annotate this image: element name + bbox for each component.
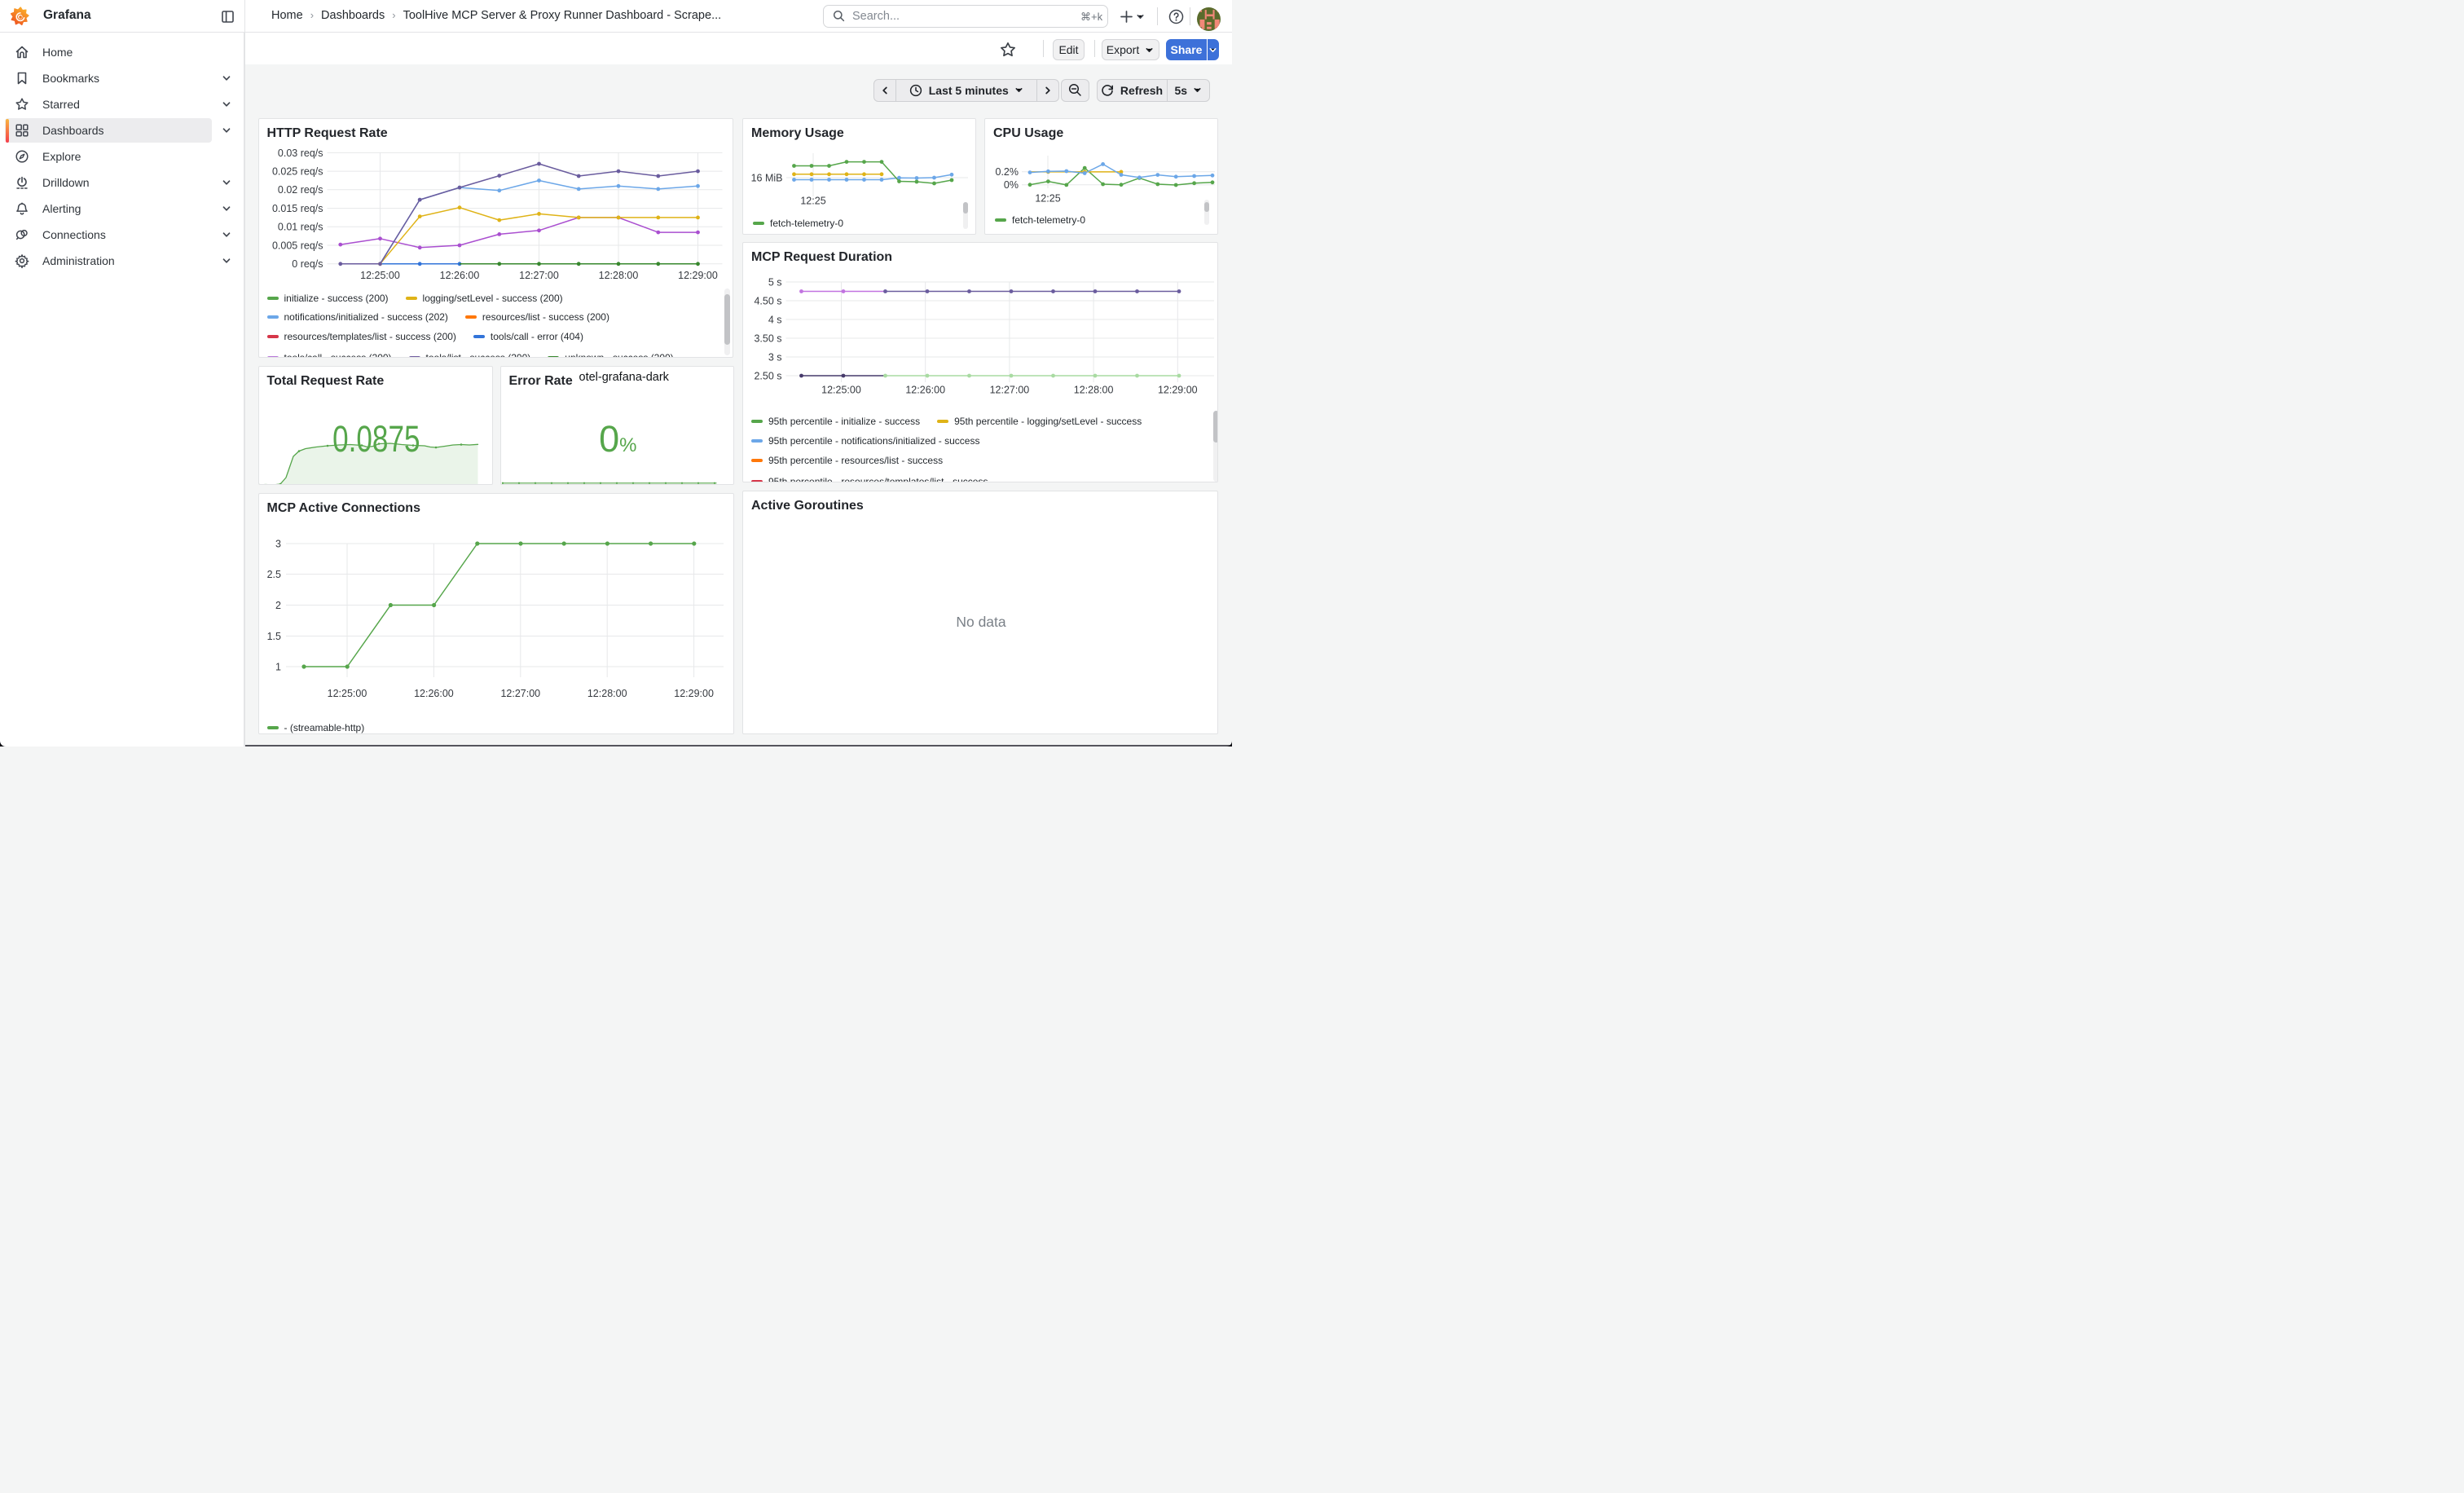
svg-text:12:25:00: 12:25:00 [821,385,861,396]
svg-text:0.01 req/s: 0.01 req/s [277,222,323,233]
svg-text:1: 1 [275,661,281,672]
svg-text:3.50 s: 3.50 s [754,333,781,344]
svg-text:0.005 req/s: 0.005 req/s [271,240,323,251]
svg-text:12:27:00: 12:27:00 [990,385,1030,396]
svg-text:0.03 req/s: 0.03 req/s [277,148,323,159]
svg-text:3: 3 [275,538,281,549]
svg-text:12:25: 12:25 [1035,193,1060,205]
svg-text:12:29:00: 12:29:00 [1158,385,1198,396]
svg-text:4 s: 4 s [768,314,782,325]
svg-text:2: 2 [275,599,281,610]
svg-text:12:28:00: 12:28:00 [598,270,638,281]
svg-text:12:29:00: 12:29:00 [674,688,714,699]
svg-text:12:25:00: 12:25:00 [327,688,367,699]
svg-text:12:25: 12:25 [800,196,825,207]
svg-text:12:25:00: 12:25:00 [360,270,400,281]
svg-text:12:28:00: 12:28:00 [587,688,627,699]
svg-text:3 s: 3 s [768,351,782,363]
svg-text:12:27:00: 12:27:00 [500,688,540,699]
svg-text:12:27:00: 12:27:00 [519,270,559,281]
svg-text:12:28:00: 12:28:00 [1074,385,1114,396]
svg-text:0%: 0% [1004,179,1019,191]
svg-text:12:26:00: 12:26:00 [905,385,945,396]
svg-text:12:26:00: 12:26:00 [414,688,454,699]
svg-text:2.50 s: 2.50 s [754,370,781,381]
svg-text:0.025 req/s: 0.025 req/s [271,166,323,178]
svg-text:4.50 s: 4.50 s [754,295,781,306]
svg-text:16 MiB: 16 MiB [751,172,783,183]
svg-text:1.5: 1.5 [266,630,280,641]
svg-text:12:26:00: 12:26:00 [439,270,479,281]
svg-text:2.5: 2.5 [266,568,280,579]
svg-text:0.2%: 0.2% [996,166,1019,178]
svg-text:5 s: 5 s [768,276,782,288]
svg-text:12:29:00: 12:29:00 [678,270,718,281]
svg-text:0.015 req/s: 0.015 req/s [271,203,323,214]
svg-text:0 req/s: 0 req/s [292,258,323,270]
svg-text:0.02 req/s: 0.02 req/s [277,184,323,196]
